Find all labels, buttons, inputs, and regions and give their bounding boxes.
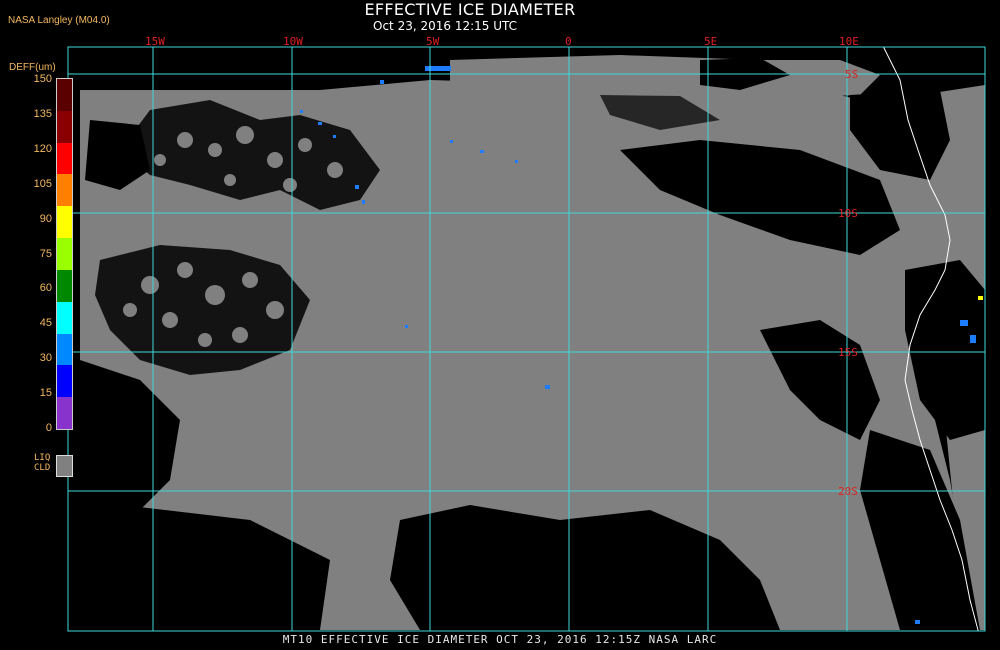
lat-label-5s: 5S	[845, 68, 858, 81]
colorbar-tick-label: 135	[33, 107, 52, 120]
colorbar-tick-label: 45	[39, 317, 52, 330]
colorbar-segment	[57, 397, 72, 430]
lon-label-5w: 5W	[426, 35, 440, 48]
colorbar-tick-label: 0	[45, 422, 52, 434]
colorbar-segment	[57, 365, 72, 398]
lon-label-10w: 10W	[283, 35, 303, 48]
satellite-map: 15W 10W 5W 0 5E 10E 5S 10S 15S 20S	[67, 35, 986, 632]
lon-label-5e: 5E	[704, 35, 717, 48]
colorbar-tick-label: 75	[39, 247, 52, 260]
colorbar-tick-label: 90	[39, 212, 52, 225]
colorbar-tick-label: 15	[39, 387, 52, 400]
colorbar-segment	[57, 333, 72, 366]
colorbar-tick-label: 30	[39, 352, 52, 365]
colorbar-title: DEFF(um)	[9, 62, 56, 73]
lat-label-20s: 20S	[838, 485, 858, 498]
lon-label-15w: 15W	[145, 35, 165, 48]
colorbar	[56, 78, 73, 430]
lat-label-10s: 10S	[838, 207, 858, 220]
liquid-cloud-swatch	[56, 455, 73, 477]
lon-label-10e: 10E	[839, 35, 859, 48]
colorbar-tick-label: 60	[39, 282, 52, 295]
colorbar-segment	[57, 110, 72, 144]
colorbar-segment	[57, 79, 72, 112]
lat-label-15s: 15S	[838, 346, 858, 359]
colorbar-segment	[57, 142, 72, 175]
cloud-field	[80, 47, 985, 631]
colorbar-segment	[57, 269, 72, 303]
liquid-cloud-legend-label: LIQ CLD	[34, 453, 51, 473]
colorbar-tick-label: 105	[33, 177, 52, 190]
footer-caption: MT10 EFFECTIVE ICE DIAMETER OCT 23, 2016…	[282, 633, 718, 646]
colorbar-segment	[57, 238, 72, 271]
colorbar-segment	[57, 301, 72, 335]
colorbar-tick-label: 150	[33, 73, 52, 85]
colorbar-segment	[57, 174, 72, 207]
colorbar-tick-label: 120	[33, 142, 52, 155]
colorbar-segment	[57, 206, 72, 239]
lon-label-0: 0	[565, 35, 572, 48]
